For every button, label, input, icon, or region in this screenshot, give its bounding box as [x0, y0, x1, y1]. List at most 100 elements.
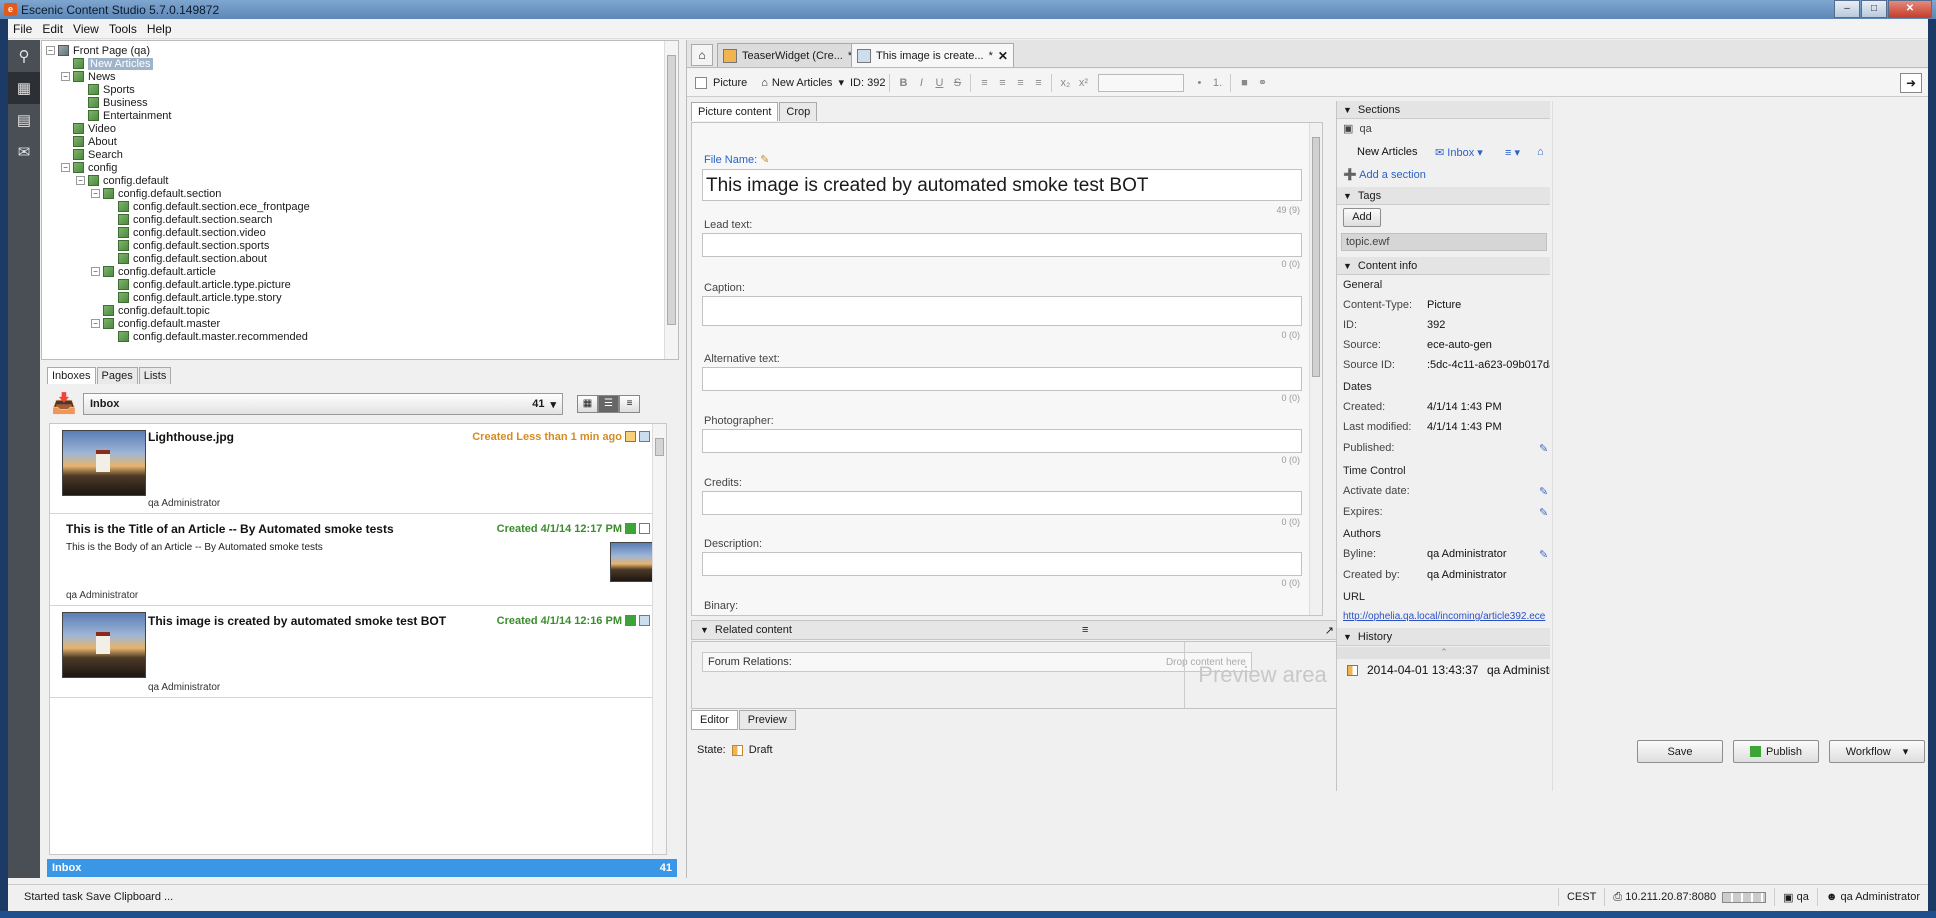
- tree-item[interactable]: config.default.article.type.story: [106, 291, 282, 304]
- lead-text-field[interactable]: [702, 233, 1302, 257]
- tag-chip[interactable]: topic.ewf: [1341, 233, 1547, 251]
- tree-item[interactable]: Business: [76, 96, 148, 109]
- tree-item[interactable]: − config.default: [76, 174, 168, 187]
- pencil-icon[interactable]: ✎: [760, 154, 769, 166]
- menu-view[interactable]: View: [68, 22, 104, 36]
- close-icon[interactable]: ✕: [998, 49, 1008, 63]
- detail-list-view-button[interactable]: ☰: [598, 395, 619, 413]
- workflow-button[interactable]: Workflow ▾: [1829, 740, 1925, 763]
- tree-item[interactable]: Search: [61, 148, 123, 161]
- content-info-header[interactable]: ▼ Content info: [1337, 257, 1550, 275]
- drag-handle-icon[interactable]: ≡: [1082, 624, 1088, 636]
- pencil-icon[interactable]: ✎: [1539, 548, 1548, 561]
- tree-item[interactable]: Sports: [76, 83, 135, 96]
- tab-teaser-widget[interactable]: TeaserWidget (Cre... * ✕: [717, 43, 874, 67]
- tab-image[interactable]: This image is create... * ✕: [851, 43, 1014, 67]
- popout-icon[interactable]: ↗: [1325, 624, 1334, 637]
- strikethrough-button[interactable]: S: [948, 77, 966, 89]
- bold-button[interactable]: B: [894, 77, 912, 89]
- forum-relations-dropzone[interactable]: Forum Relations: Drop content here: [702, 652, 1252, 672]
- exit-panel-icon[interactable]: ➜: [1900, 73, 1922, 93]
- tree-item[interactable]: About: [61, 135, 117, 148]
- tree-item[interactable]: config.default.master.recommended: [106, 330, 308, 343]
- menu-tools[interactable]: Tools: [104, 22, 142, 36]
- tab-lists[interactable]: Lists: [138, 367, 172, 384]
- list-item[interactable]: Lighthouse.jpg Created Less than 1 min a…: [50, 424, 654, 514]
- menu-help[interactable]: Help: [142, 22, 177, 36]
- tree-item[interactable]: config.default.article.type.picture: [106, 278, 291, 291]
- tree-scrollbar[interactable]: [664, 41, 678, 359]
- publication-cell[interactable]: ▣ qa: [1774, 888, 1817, 906]
- tree-item[interactable]: − config.default.article: [91, 265, 216, 278]
- table-button[interactable]: ■: [1235, 77, 1253, 89]
- tree-expander-icon[interactable]: −: [91, 189, 100, 198]
- list-item[interactable]: This is the Title of an Article -- By Au…: [50, 514, 662, 606]
- underline-button[interactable]: U: [930, 77, 948, 89]
- tree-item[interactable]: − config.default.master: [91, 317, 220, 330]
- inbox-select[interactable]: Inbox 41 ▾: [83, 393, 563, 415]
- minimize-button[interactable]: –: [1834, 0, 1860, 18]
- section-dropdown[interactable]: New Articles: [772, 77, 833, 89]
- justify-button[interactable]: ≡: [1029, 77, 1047, 89]
- style-combo[interactable]: [1098, 73, 1185, 92]
- close-window-button[interactable]: ✕: [1888, 0, 1932, 18]
- tab-pages[interactable]: Pages: [96, 367, 138, 384]
- tree-item[interactable]: Entertainment: [76, 109, 171, 122]
- tab-crop[interactable]: Crop: [779, 102, 818, 121]
- align-left-button[interactable]: ≡: [975, 77, 993, 89]
- list-options-icon[interactable]: ≡ ▾: [1505, 146, 1520, 159]
- menu-edit[interactable]: Edit: [37, 22, 68, 36]
- subscript-button[interactable]: x₂: [1056, 77, 1074, 89]
- article-url-link[interactable]: http://ophelia.qa.local/incoming/article…: [1343, 611, 1545, 622]
- tree-item[interactable]: config.default.section.search: [106, 213, 272, 226]
- clipboard-icon[interactable]: ▤: [8, 104, 40, 136]
- side-panel-scrollbar[interactable]: [1552, 101, 1564, 791]
- italic-button[interactable]: I: [912, 77, 930, 89]
- photographer-field[interactable]: [702, 429, 1302, 453]
- credits-field[interactable]: [702, 491, 1302, 515]
- binary-image-preview[interactable]: [702, 615, 1302, 616]
- home-icon[interactable]: ⌂: [1537, 146, 1544, 158]
- inbox-list-scrollbar[interactable]: [652, 424, 666, 854]
- expand-history-icon[interactable]: ⌃: [1337, 647, 1550, 659]
- tree-item[interactable]: config.default.section.sports: [106, 239, 269, 252]
- tree-item[interactable]: config.default.section.ece_frontpage: [106, 200, 310, 213]
- add-section-link[interactable]: ➕ Add a section: [1343, 168, 1426, 181]
- history-header[interactable]: ▼ History: [1337, 628, 1550, 646]
- grid-view-button[interactable]: ▦: [577, 395, 598, 413]
- related-content-header[interactable]: ▼ Related content ≡ ↗: [691, 620, 1339, 640]
- tree-item[interactable]: − config.default.section: [91, 187, 221, 200]
- search-icon[interactable]: ⚲: [8, 40, 40, 72]
- tree-item[interactable]: config.default.topic: [91, 304, 210, 317]
- numbered-list-button[interactable]: 1.: [1208, 77, 1226, 89]
- tree-item[interactable]: New Articles: [61, 57, 153, 70]
- pencil-icon[interactable]: ✎: [1539, 506, 1548, 519]
- pencil-icon[interactable]: ✎: [1539, 442, 1548, 455]
- align-right-button[interactable]: ≡: [1011, 77, 1029, 89]
- tree-item[interactable]: config.default.section.video: [106, 226, 266, 239]
- tree-item[interactable]: config.default.section.about: [106, 252, 267, 265]
- tree-expander-icon[interactable]: −: [76, 176, 85, 185]
- align-center-button[interactable]: ≡: [993, 77, 1011, 89]
- tree-item[interactable]: − config: [61, 161, 117, 174]
- tab-inboxes[interactable]: Inboxes: [47, 367, 96, 384]
- tree-expander-icon[interactable]: −: [91, 267, 100, 276]
- tree-expander-icon[interactable]: −: [46, 46, 55, 55]
- tree-item[interactable]: − News: [61, 70, 116, 83]
- tree-item[interactable]: Video: [61, 122, 116, 135]
- home-icon[interactable]: ⌂: [691, 44, 713, 66]
- file-name-field[interactable]: This image is created by automated smoke…: [702, 169, 1302, 201]
- sections-header[interactable]: ▼ Sections: [1337, 101, 1550, 119]
- tab-preview[interactable]: Preview: [738, 710, 796, 730]
- tree-expander-icon[interactable]: −: [61, 163, 70, 172]
- form-scrollbar[interactable]: [1309, 123, 1322, 615]
- tags-header[interactable]: ▼ Tags: [1337, 187, 1550, 205]
- tree-expander-icon[interactable]: −: [91, 319, 100, 328]
- maximize-button[interactable]: □: [1861, 0, 1887, 18]
- superscript-button[interactable]: x²: [1074, 77, 1092, 89]
- user-cell[interactable]: ☻ qa Administrator: [1816, 888, 1928, 906]
- caption-field[interactable]: [702, 296, 1302, 326]
- tab-editor[interactable]: Editor: [691, 710, 738, 730]
- menu-file[interactable]: File: [8, 22, 37, 36]
- inbox-dropdown[interactable]: ✉ Inbox ▾: [1435, 146, 1483, 159]
